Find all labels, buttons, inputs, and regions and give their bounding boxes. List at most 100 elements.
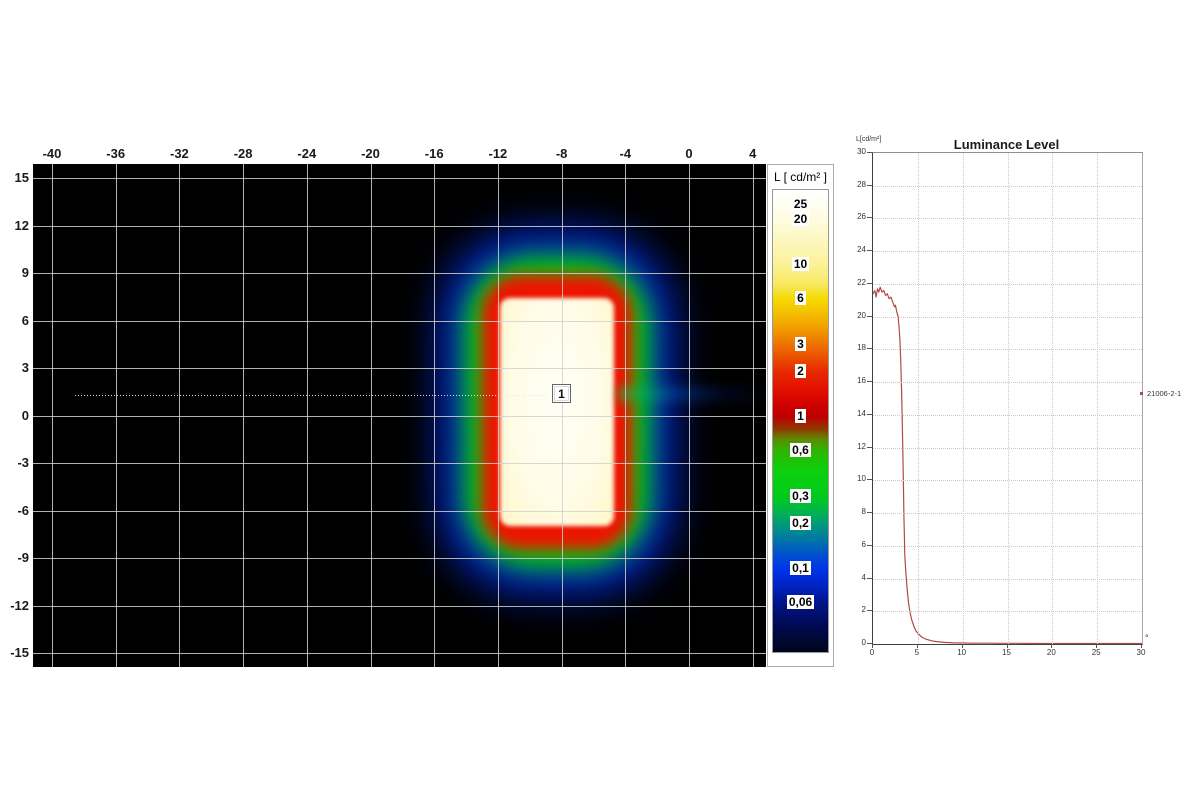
y-tick-label: 24	[840, 245, 866, 254]
x-tick-mark	[1096, 644, 1097, 648]
y-axis-unit-label: L[cd/m²]	[856, 136, 881, 143]
colorbar-label: 0,1	[768, 559, 833, 577]
y-tick-label: 18	[840, 343, 866, 352]
colorbar-label-value: 0,06	[787, 595, 814, 609]
chart-title: Luminance Level	[872, 137, 1141, 152]
luminance-map-plot[interactable]: 1	[33, 164, 766, 667]
x-tick-label: 4	[749, 146, 756, 161]
colorbar-label: 3	[768, 335, 833, 353]
y-tick-label: -9	[0, 550, 29, 565]
colorbar-label-value: 0,2	[790, 516, 811, 530]
x-tick-mark	[962, 644, 963, 648]
y-tick-mark	[867, 348, 872, 349]
x-tick-mark	[917, 644, 918, 648]
x-axis-unit-label: °	[1145, 633, 1149, 643]
y-tick-label: 14	[840, 409, 866, 418]
colorbar-title: L [ cd/m² ]	[768, 170, 833, 184]
colorbar-label-value: 6	[795, 291, 806, 305]
legend: 21006-2-1	[1140, 389, 1181, 398]
y-tick-mark	[867, 185, 872, 186]
gridline-horizontal	[33, 273, 766, 274]
x-tick-mark	[872, 644, 873, 648]
gridline-horizontal	[33, 558, 766, 559]
gridline-horizontal	[33, 463, 766, 464]
blob-side-streak	[618, 386, 766, 402]
gridline-horizontal	[33, 606, 766, 607]
y-tick-mark	[867, 479, 872, 480]
x-tick-label: -24	[297, 146, 316, 161]
y-tick-mark	[867, 447, 872, 448]
blob-bright-core	[500, 298, 614, 526]
colorbar-label-value: 1	[795, 409, 806, 423]
x-tick-label: 15	[1002, 648, 1011, 657]
x-tick-label: 0	[870, 648, 874, 657]
y-tick-mark	[867, 250, 872, 251]
x-tick-label: -4	[620, 146, 632, 161]
x-tick-label: -36	[106, 146, 125, 161]
y-tick-label: 20	[840, 311, 866, 320]
x-tick-label: -16	[425, 146, 444, 161]
x-tick-mark	[1007, 644, 1008, 648]
x-tick-mark	[1141, 644, 1142, 648]
x-tick-label: 5	[915, 648, 919, 657]
y-tick-label: -3	[0, 455, 29, 470]
gridline-horizontal	[33, 321, 766, 322]
x-tick-label: -12	[488, 146, 507, 161]
y-tick-label: -12	[0, 598, 29, 613]
y-tick-mark	[867, 545, 872, 546]
colorbar-label: 0,3	[768, 487, 833, 505]
luminance-level-plot[interactable]	[872, 152, 1143, 645]
gridline-horizontal	[33, 178, 766, 179]
y-tick-label: -15	[0, 645, 29, 660]
x-tick-label: 0	[685, 146, 692, 161]
y-tick-label: 30	[840, 147, 866, 156]
x-tick-label: -32	[170, 146, 189, 161]
x-tick-label: 30	[1137, 648, 1146, 657]
colorbar-label-value: 10	[792, 257, 809, 271]
y-tick-mark	[867, 381, 872, 382]
x-tick-label: 10	[957, 648, 966, 657]
legend-marker-icon	[1140, 392, 1143, 395]
y-tick-label: 16	[840, 376, 866, 385]
y-tick-label: 4	[840, 573, 866, 582]
x-tick-label: -40	[43, 146, 62, 161]
y-tick-mark	[867, 414, 872, 415]
gridline-horizontal	[33, 511, 766, 512]
y-tick-label: 15	[0, 170, 29, 185]
measure-point-marker[interactable]: 1	[552, 384, 571, 403]
colorbar-label: 2	[768, 362, 833, 380]
y-tick-label: 12	[0, 218, 29, 233]
colorbar-label-value: 0,6	[790, 443, 811, 457]
y-tick-mark	[867, 578, 872, 579]
colorbar-label-value: 0,3	[790, 489, 811, 503]
y-tick-label: 10	[840, 474, 866, 483]
legend-label: 21006-2-1	[1147, 389, 1181, 398]
gridline-vertical	[918, 153, 919, 644]
gridline-vertical	[1052, 153, 1053, 644]
y-tick-label: 22	[840, 278, 866, 287]
x-tick-label: -8	[556, 146, 568, 161]
gridline-horizontal	[33, 368, 766, 369]
measure-line	[75, 395, 548, 396]
colorbar-label: 6	[768, 289, 833, 307]
colorbar-label: 0,2	[768, 514, 833, 532]
colorbar: L [ cd/m² ] 25201063210,60,30,20,10,06	[767, 164, 834, 667]
colorbar-label: 1	[768, 407, 833, 425]
colorbar-label-value: 3	[795, 337, 806, 351]
y-tick-label: 2	[840, 605, 866, 614]
x-tick-label: 20	[1047, 648, 1056, 657]
x-tick-label: 25	[1092, 648, 1101, 657]
colorbar-label: 0,06	[768, 593, 833, 611]
y-tick-label: 8	[840, 507, 866, 516]
gridline-horizontal	[33, 653, 766, 654]
y-tick-label: 0	[0, 408, 29, 423]
y-tick-label: 6	[0, 313, 29, 328]
y-tick-mark	[867, 283, 872, 284]
colorbar-label: 10	[768, 255, 833, 273]
y-tick-label: 6	[840, 540, 866, 549]
y-tick-label: 28	[840, 180, 866, 189]
y-tick-mark	[867, 217, 872, 218]
y-tick-label: -6	[0, 503, 29, 518]
y-tick-mark	[867, 152, 872, 153]
gridline-vertical	[1008, 153, 1009, 644]
